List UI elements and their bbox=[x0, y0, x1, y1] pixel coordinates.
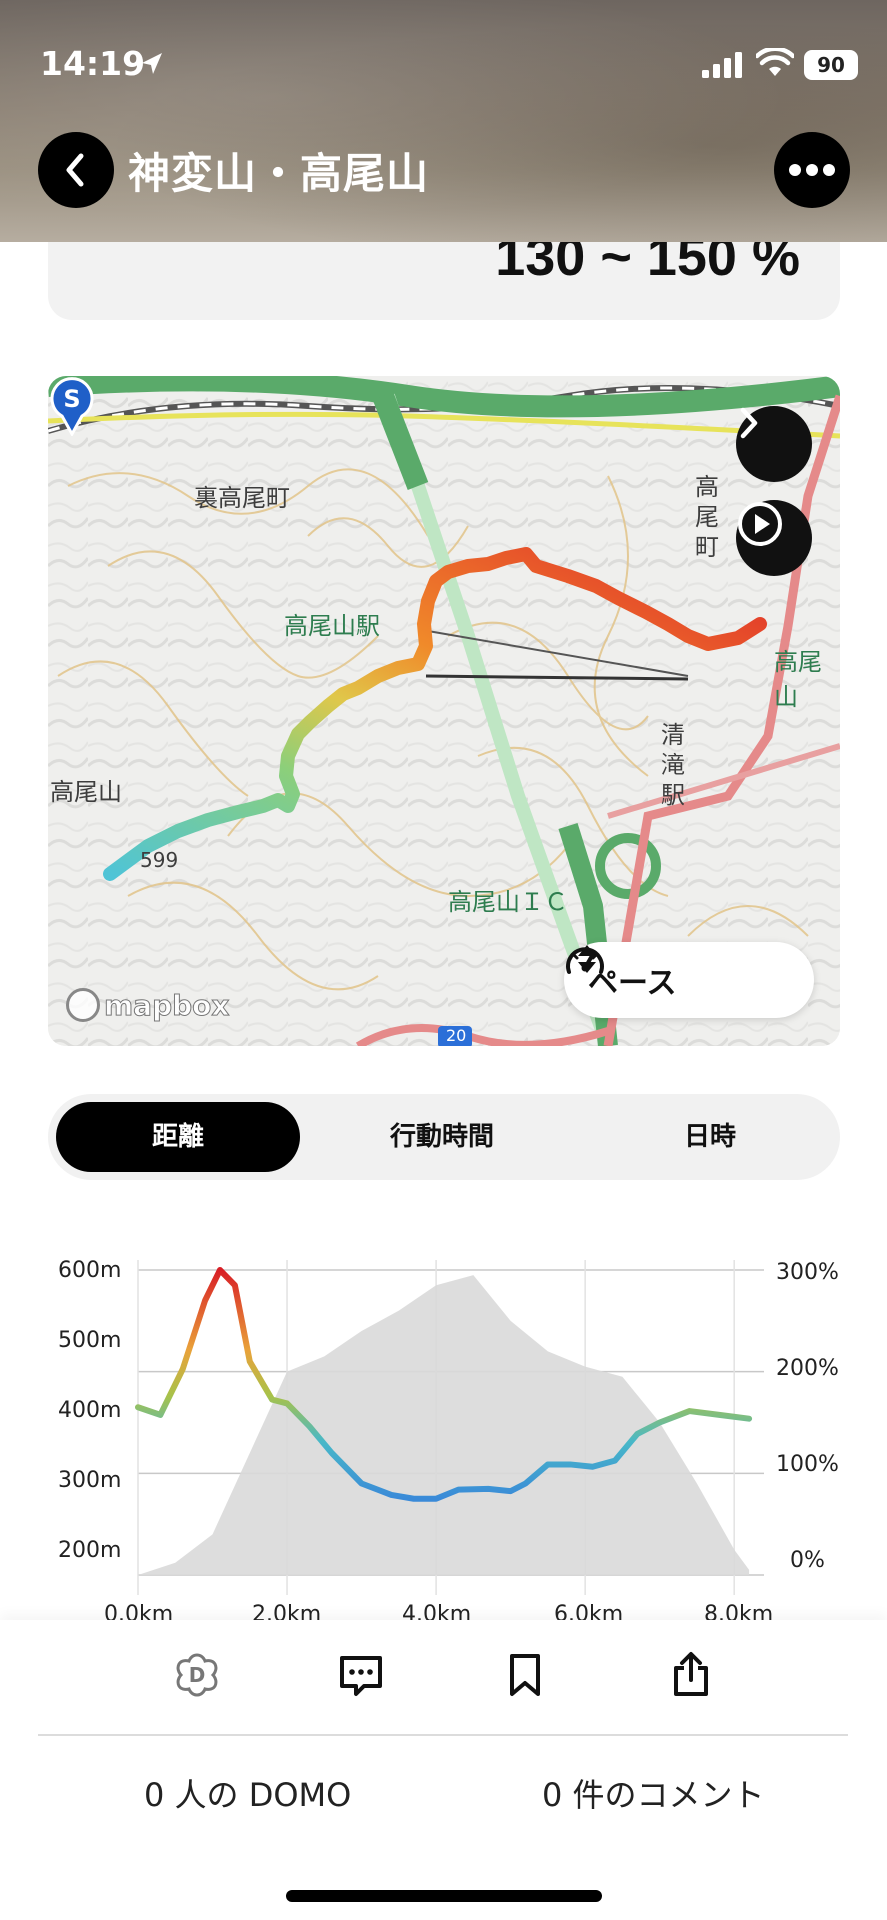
mapbox-logo-icon bbox=[66, 988, 100, 1022]
start-marker-icon: S bbox=[50, 377, 94, 436]
action-divider bbox=[38, 1734, 848, 1736]
domo-flower-icon[interactable]: D bbox=[172, 1650, 222, 1700]
map-label-takaosan: 高尾山 bbox=[50, 778, 122, 806]
elevation-chart: 600m 500m 400m 300m 200m 300% 200% 100% … bbox=[0, 1240, 887, 1627]
more-options-button[interactable] bbox=[774, 132, 850, 208]
status-time: 14:19 bbox=[40, 44, 146, 83]
segment-distance[interactable]: 距離 bbox=[56, 1102, 300, 1172]
wifi-icon bbox=[756, 48, 794, 76]
home-indicator bbox=[286, 1890, 602, 1902]
y-right-tick-100: 100% bbox=[776, 1452, 839, 1477]
svg-text:D: D bbox=[189, 1663, 206, 1687]
map-label-ura-takao: 裏高尾町 bbox=[194, 484, 290, 512]
map-play-button[interactable] bbox=[736, 500, 812, 576]
map-label-takao-town: 高尾町 bbox=[695, 473, 719, 561]
y-left-tick-600: 600m bbox=[58, 1258, 122, 1283]
y-left-tick-300: 300m bbox=[58, 1468, 122, 1493]
chevron-left-icon bbox=[66, 153, 84, 187]
status-bar: 14:19 90 bbox=[0, 0, 887, 120]
map-label-takaosan-ic: 高尾山ＩＣ bbox=[448, 888, 568, 916]
y-left-tick-200: 200m bbox=[58, 1538, 122, 1563]
page-title: 神変山・高尾山 bbox=[128, 149, 430, 198]
map-label-kiyotaki-station: 清滝駅 bbox=[661, 721, 685, 809]
bookmark-icon[interactable] bbox=[500, 1650, 550, 1700]
comment-count[interactable]: 0 件のコメント bbox=[542, 1770, 765, 1816]
pace-selector[interactable]: ペース bbox=[564, 942, 814, 1018]
route-map[interactable]: 裏高尾町 高尾町 高尾山駅 清滝駅 高尾山 高尾山 599 高尾山ＩＣ 20 S… bbox=[48, 376, 840, 1046]
comment-icon[interactable] bbox=[336, 1650, 386, 1700]
route-number-badge: 20 bbox=[446, 1026, 467, 1045]
chevron-right-icon bbox=[740, 407, 758, 439]
elevation-chart-plot bbox=[135, 1260, 764, 1595]
ellipsis-icon bbox=[789, 164, 835, 176]
play-circle-icon bbox=[738, 502, 782, 546]
map-label-takaosan-right: 高尾山 bbox=[774, 648, 822, 711]
battery-indicator: 90 bbox=[804, 50, 858, 80]
domo-count[interactable]: 0 人の DOMO bbox=[144, 1770, 351, 1816]
y-right-tick-300: 300% bbox=[776, 1260, 839, 1285]
svg-text:S: S bbox=[63, 385, 80, 413]
y-left-tick-400: 400m bbox=[58, 1398, 122, 1423]
back-button[interactable] bbox=[38, 132, 114, 208]
mapbox-logo: mapbox bbox=[66, 988, 230, 1022]
cellular-signal-icon bbox=[702, 52, 742, 78]
chart-axis-segmented-control: 距離 行動時間 日時 bbox=[48, 1094, 840, 1180]
map-label-elevation: 599 bbox=[140, 848, 179, 872]
y-right-tick-200: 200% bbox=[776, 1356, 839, 1381]
bottom-action-bar: D 0 人の DOMO 0 件のコメント bbox=[0, 1620, 887, 1920]
location-arrow-icon bbox=[142, 53, 162, 74]
share-icon[interactable] bbox=[666, 1650, 716, 1700]
y-right-tick-0: 0% bbox=[790, 1548, 825, 1573]
sort-arrows-icon bbox=[578, 945, 596, 973]
map-label-takaosan-station: 高尾山駅 bbox=[284, 612, 380, 640]
y-left-tick-500: 500m bbox=[58, 1328, 122, 1353]
segment-datetime[interactable]: 日時 bbox=[588, 1102, 832, 1172]
segment-moving-time[interactable]: 行動時間 bbox=[320, 1102, 564, 1172]
map-next-button[interactable] bbox=[736, 406, 812, 482]
